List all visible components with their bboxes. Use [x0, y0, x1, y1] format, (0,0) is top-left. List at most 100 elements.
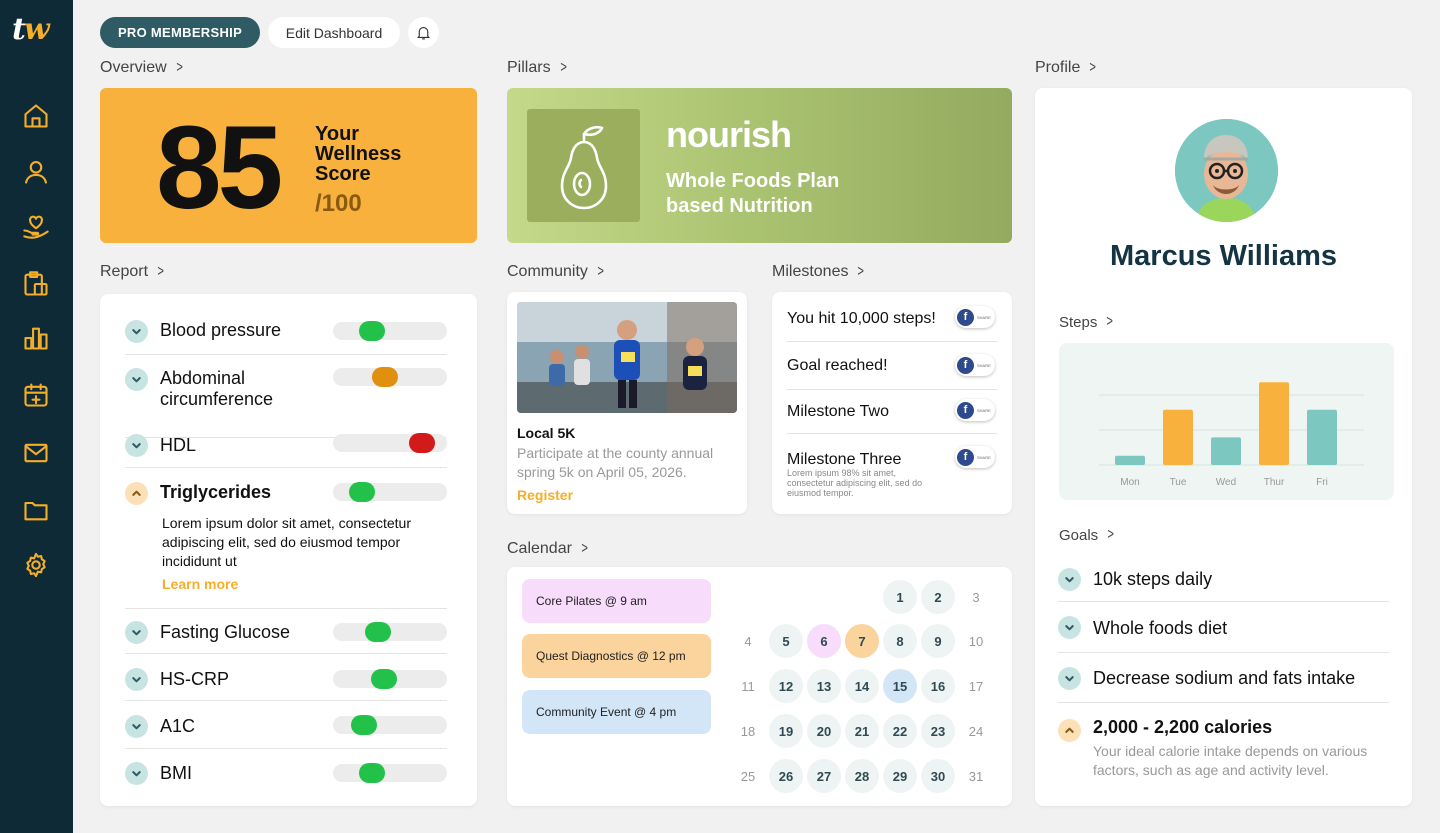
calendar-day[interactable]: 28	[845, 759, 879, 793]
calendar-day[interactable]: 25	[731, 759, 765, 793]
calendar-day[interactable]: 3	[959, 580, 993, 614]
chevron-down-icon[interactable]	[125, 320, 148, 343]
report-label: Triglycerides	[160, 482, 272, 502]
report-row-hs-crp[interactable]: HS-CRP	[125, 654, 447, 701]
goal-item[interactable]: Whole foods diet	[1058, 602, 1389, 653]
gear-icon[interactable]	[20, 549, 52, 581]
calendar-day[interactable]: 27	[807, 759, 841, 793]
calendar-day[interactable]: 10	[959, 624, 993, 658]
chevron-down-icon[interactable]	[1058, 616, 1081, 639]
edit-dashboard-button[interactable]: Edit Dashboard	[268, 17, 400, 48]
calendar-day[interactable]: 4	[731, 624, 765, 658]
pillars-section-link[interactable]: Pillars >	[507, 59, 568, 77]
home-icon[interactable]	[20, 100, 52, 132]
goal-item[interactable]: 2,000 - 2,200 calories Your ideal calori…	[1058, 703, 1389, 793]
chevron-down-icon[interactable]	[125, 715, 148, 738]
calendar-day[interactable]: 14	[845, 669, 879, 703]
overview-section-link[interactable]: Overview >	[100, 59, 184, 77]
bell-icon[interactable]	[408, 17, 439, 48]
calendar-day[interactable]: 11	[731, 669, 765, 703]
report-row-triglycerides[interactable]: Triglycerides Lorem ipsum dolor sit amet…	[125, 468, 447, 609]
steps-bar[interactable]	[1163, 409, 1193, 465]
avatar[interactable]	[1175, 119, 1278, 222]
calendar-day[interactable]: 24	[959, 714, 993, 748]
steps-bar[interactable]	[1115, 455, 1145, 465]
register-link[interactable]: Register	[517, 487, 573, 503]
calendar-day[interactable]: 21	[845, 714, 879, 748]
calendar-section-link[interactable]: Calendar >	[507, 540, 589, 558]
calendar-day[interactable]: 23	[921, 714, 955, 748]
community-section-link[interactable]: Community >	[507, 263, 605, 281]
chevron-down-icon[interactable]	[125, 668, 148, 691]
calendar-day[interactable]: 15	[883, 669, 917, 703]
calendar-day[interactable]: 26	[769, 759, 803, 793]
calendar-day[interactable]: 5	[769, 624, 803, 658]
chevron-down-icon[interactable]	[125, 621, 148, 644]
calendar-event[interactable]: Community Event @ 4 pm	[522, 690, 711, 734]
chevron-down-icon[interactable]	[125, 368, 148, 391]
calendar-day[interactable]: 31	[959, 759, 993, 793]
calendar-day[interactable]: 12	[769, 669, 803, 703]
goals-section-link[interactable]: Goals >	[1059, 526, 1116, 544]
calendar-event[interactable]: Quest Diagnostics @ 12 pm	[522, 634, 711, 678]
calendar-day[interactable]: 19	[769, 714, 803, 748]
facebook-share-button[interactable]: f SHARE	[955, 446, 995, 468]
learn-more-link[interactable]: Learn more	[162, 576, 238, 592]
chevron-down-icon[interactable]	[125, 434, 148, 457]
folder-icon[interactable]	[20, 494, 52, 526]
hand-heart-icon[interactable]	[20, 211, 52, 243]
report-row-blood-pressure[interactable]: Blood pressure	[125, 308, 447, 355]
calendar-day[interactable]: 6	[807, 624, 841, 658]
pro-membership-badge[interactable]: PRO MEMBERSHIP	[100, 17, 260, 48]
profile-section-link[interactable]: Profile >	[1035, 59, 1098, 77]
calendar-day[interactable]: 30	[921, 759, 955, 793]
overview-title: Overview	[100, 59, 167, 76]
facebook-share-button[interactable]: f SHARE	[955, 354, 995, 376]
steps-section-link[interactable]: Steps >	[1059, 313, 1115, 331]
calendar-day[interactable]: 9	[921, 624, 955, 658]
community-title: Community	[507, 263, 588, 280]
calendar-day[interactable]: 17	[959, 669, 993, 703]
chevron-down-icon[interactable]	[1058, 568, 1081, 591]
mail-icon[interactable]	[20, 437, 52, 469]
milestones-section-link[interactable]: Milestones >	[772, 263, 866, 281]
report-row-a1c[interactable]: A1C	[125, 701, 447, 749]
calendar-day[interactable]: 20	[807, 714, 841, 748]
report-row-abdominal-circumference[interactable]: Abdominal circumference	[125, 355, 447, 438]
wellness-score-card[interactable]: 85 Your Wellness Score /100	[100, 88, 477, 243]
calendar-day[interactable]: 2	[921, 580, 955, 614]
calendar-day[interactable]: 22	[883, 714, 917, 748]
calendar-day[interactable]: 16	[921, 669, 955, 703]
steps-bar[interactable]	[1307, 409, 1337, 465]
clipboard-icon[interactable]	[20, 268, 52, 300]
goal-item[interactable]: Decrease sodium and fats intake	[1058, 653, 1389, 703]
chevron-up-icon[interactable]	[1058, 719, 1081, 742]
report-row-hdl[interactable]: HDL	[125, 433, 447, 468]
nourish-pillar-card[interactable]: nourish Whole Foods Plan based Nutrition	[507, 88, 1012, 243]
bar-chart-icon[interactable]	[20, 322, 52, 354]
facebook-icon: f	[957, 308, 974, 326]
calendar-day[interactable]: 29	[883, 759, 917, 793]
calendar-day[interactable]: 13	[807, 669, 841, 703]
calendar-day[interactable]: 18	[731, 714, 765, 748]
calendar-event[interactable]: Core Pilates @ 9 am	[522, 579, 711, 623]
facebook-share-button[interactable]: f SHARE	[955, 306, 995, 328]
calendar-day[interactable]: 7	[845, 624, 879, 658]
calendar-day[interactable]: 8	[883, 624, 917, 658]
chevron-up-icon[interactable]	[125, 482, 148, 505]
chevron-down-icon[interactable]	[1058, 667, 1081, 690]
steps-bar[interactable]	[1259, 382, 1289, 465]
facebook-share-button[interactable]: f SHARE	[955, 399, 995, 421]
app-logo[interactable]: tw	[12, 12, 50, 47]
user-icon[interactable]	[20, 156, 52, 188]
milestone-label: You hit 10,000 steps!	[787, 310, 936, 327]
steps-bar[interactable]	[1211, 437, 1241, 465]
calendar-day[interactable]: 1	[883, 580, 917, 614]
report-row-bmi[interactable]: BMI	[125, 749, 447, 794]
report-label: Abdominal circumference	[160, 368, 274, 409]
report-section-link[interactable]: Report >	[100, 263, 165, 281]
calendar-plus-icon[interactable]	[20, 379, 52, 411]
goal-item[interactable]: 10k steps daily	[1058, 554, 1389, 602]
chevron-down-icon[interactable]	[125, 762, 148, 785]
report-row-fasting-glucose[interactable]: Fasting Glucose	[125, 609, 447, 654]
